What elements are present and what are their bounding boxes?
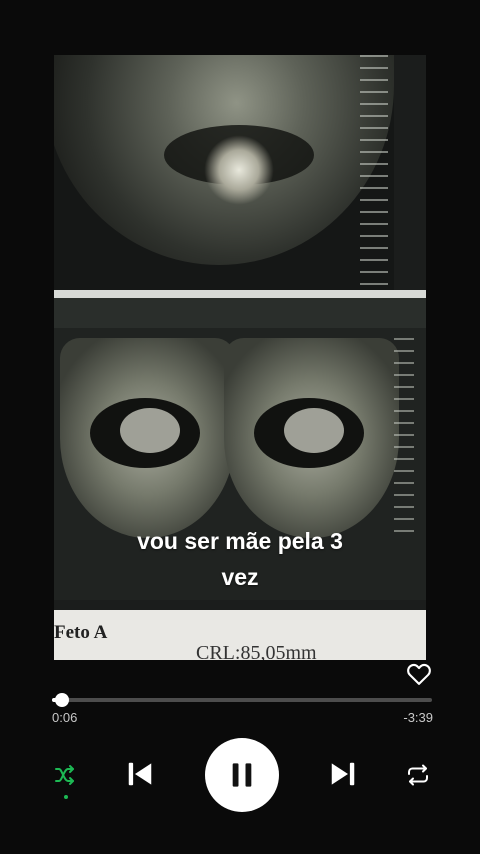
elapsed-time: 0:06 bbox=[52, 710, 78, 725]
shuffle-active-dot bbox=[64, 795, 68, 799]
skip-next-icon bbox=[331, 762, 355, 786]
pause-button[interactable] bbox=[205, 738, 279, 812]
progress-track bbox=[52, 698, 432, 702]
repeat-button[interactable] bbox=[404, 762, 432, 788]
caption-line-2: vez bbox=[221, 564, 259, 590]
heart-outline-icon bbox=[407, 663, 431, 685]
paper-label: Feto A bbox=[54, 622, 108, 643]
caption-line-1: vou ser mãe pela 3 bbox=[137, 528, 343, 554]
previous-button[interactable] bbox=[124, 758, 156, 790]
photo-divider bbox=[54, 290, 426, 298]
video-caption: vou ser mãe pela 3 vez bbox=[54, 523, 426, 595]
status-bar-area bbox=[0, 0, 480, 52]
like-button[interactable] bbox=[405, 660, 433, 688]
next-button[interactable] bbox=[327, 758, 359, 790]
playback-controls bbox=[0, 738, 480, 812]
skip-previous-icon bbox=[128, 762, 152, 786]
ultrasound-image-top bbox=[54, 55, 394, 290]
progress-handle[interactable] bbox=[55, 693, 70, 707]
repeat-icon bbox=[408, 764, 428, 786]
printout-paper: Feto A CRL:85,05mm bbox=[54, 610, 426, 660]
remaining-time: -3:39 bbox=[403, 710, 433, 725]
shuffle-icon bbox=[55, 765, 74, 785]
paper-measurement: CRL:85,05mm bbox=[196, 642, 317, 660]
shuffle-button[interactable] bbox=[52, 762, 78, 788]
progress-slider[interactable] bbox=[52, 693, 432, 707]
pause-icon bbox=[232, 763, 252, 787]
